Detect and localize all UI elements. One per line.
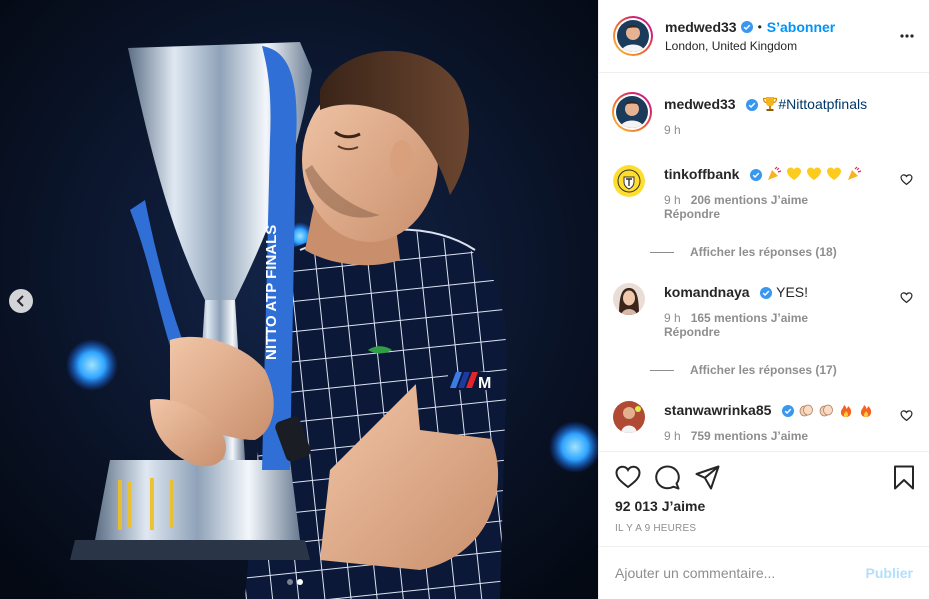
like-button[interactable]: [615, 465, 641, 494]
comment-username[interactable]: komandnaya: [664, 284, 750, 300]
post-likes-count[interactable]: 92 013 J’aime: [615, 498, 705, 514]
trophy-ribbon-text: NITTO ATP FINALS: [263, 225, 280, 360]
comment-composer: Publier: [599, 546, 929, 599]
post-location[interactable]: London, United Kingdom: [665, 39, 835, 53]
comment-time[interactable]: 9 h: [664, 311, 681, 325]
comment-button[interactable]: [655, 465, 680, 495]
comment-like-button[interactable]: [900, 291, 913, 309]
comment-likes[interactable]: 759 mentions J’aime: [691, 429, 808, 443]
comment-icon: [655, 465, 680, 490]
header-separator: •: [757, 20, 762, 34]
share-icon: [695, 465, 720, 490]
caption-avatar[interactable]: [612, 92, 652, 132]
fire-icon: [860, 405, 871, 417]
sleeve-brand-text: M: [478, 375, 491, 392]
heart-icon: [615, 465, 641, 489]
author-username[interactable]: medwed33: [665, 19, 737, 35]
party-popper-icon: [847, 166, 861, 180]
post-timestamp[interactable]: IL Y A 9 HEURES: [615, 523, 696, 534]
verified-icon: [750, 169, 763, 182]
sleeve-logo: M: [448, 372, 496, 392]
carousel-prev-button[interactable]: [9, 289, 33, 313]
publish-button[interactable]: Publier: [866, 565, 913, 581]
heart-icon: [900, 174, 913, 186]
comment-likes[interactable]: 165 mentions J’aime: [691, 311, 808, 325]
follow-button[interactable]: S’abonner: [767, 19, 835, 35]
stanwawrinka85-avatar-image: [613, 401, 645, 433]
verified-icon: [740, 21, 753, 33]
comment-avatar[interactable]: [613, 401, 645, 433]
clapping-hands-icon: [819, 404, 833, 417]
comment-like-button[interactable]: [900, 173, 913, 191]
comment-avatar[interactable]: [613, 165, 645, 197]
verified-icon: [782, 405, 795, 418]
comment-avatar[interactable]: [613, 283, 645, 315]
caption-time[interactable]: 9 h: [664, 123, 681, 137]
comment-time[interactable]: 9 h: [664, 429, 681, 443]
author-avatar[interactable]: [613, 16, 653, 56]
clapping-hands-icon: [799, 404, 814, 417]
carousel-dot: [287, 579, 293, 585]
comment-input[interactable]: [615, 565, 866, 581]
yellow-heart-icon: [787, 167, 802, 180]
comment-username[interactable]: stanwawrinka85: [664, 402, 771, 418]
comment-likes[interactable]: 206 mentions J’aime: [691, 193, 808, 207]
comment-emojis: [766, 166, 862, 182]
replies-divider: [650, 369, 674, 371]
comment-item: tinkoffbank 9 h 206 mentions J’aime Répon…: [613, 165, 915, 221]
verified-icon: [746, 99, 759, 112]
share-button[interactable]: [695, 465, 720, 495]
save-button[interactable]: [893, 465, 915, 495]
post-side-panel: medwed33 • S’abonner London, United King…: [598, 0, 929, 599]
post-header: medwed33 • S’abonner London, United King…: [599, 0, 929, 73]
komandnaya-avatar-image: [613, 283, 645, 315]
comment-text: YES!: [776, 284, 809, 300]
caption-hashtag[interactable]: #Nittoatpfinals: [778, 96, 867, 112]
yellow-heart-icon: [807, 167, 822, 180]
view-replies-button[interactable]: Afficher les réponses (17): [650, 363, 837, 377]
comment-item: stanwawrinka85 9 h 759 mentions J’aime: [613, 401, 915, 443]
comment-username[interactable]: tinkoffbank: [664, 166, 739, 182]
party-popper-icon: [768, 166, 782, 180]
verified-icon: [760, 287, 773, 300]
tinkoffbank-avatar-image: [613, 165, 645, 197]
more-options-button[interactable]: [899, 28, 915, 49]
trophy-icon: [763, 97, 778, 111]
post-caption: medwed33 #Nittoatpfinals 9 h: [612, 92, 915, 137]
comment-emojis: [798, 402, 874, 418]
comment-item: komandnaya YES! 9 h 165 mentions J’aime R…: [613, 283, 915, 339]
comment-time[interactable]: 9 h: [664, 193, 681, 207]
post-photo: M NITTO ATP FINALS: [0, 0, 598, 599]
chevron-left-icon: [16, 295, 24, 307]
reply-button[interactable]: Répondre: [664, 325, 915, 339]
bookmark-icon: [894, 465, 914, 490]
view-replies-label: Afficher les réponses (18): [690, 245, 837, 259]
caption-username[interactable]: medwed33: [664, 96, 736, 112]
heart-icon: [900, 410, 913, 422]
fire-icon: [840, 405, 852, 417]
heart-icon: [900, 292, 913, 304]
view-replies-button[interactable]: Afficher les réponses (18): [650, 245, 837, 259]
view-replies-label: Afficher les réponses (17): [690, 363, 837, 377]
post-actions: 92 013 J’aime IL Y A 9 HEURES: [599, 451, 929, 546]
comments-list[interactable]: medwed33 #Nittoatpfinals 9 h tinkoffbank…: [599, 73, 929, 451]
more-icon: [900, 34, 914, 38]
post-media[interactable]: M NITTO ATP FINALS: [0, 0, 598, 599]
yellow-heart-icon: [826, 167, 841, 180]
reply-button[interactable]: Répondre: [664, 207, 915, 221]
carousel-dot-active: [297, 579, 303, 585]
replies-divider: [650, 251, 674, 253]
caption-avatar-image: [616, 96, 648, 128]
carousel-indicator: [287, 579, 303, 585]
comment-like-button[interactable]: [900, 409, 913, 427]
author-avatar-image: [617, 20, 649, 52]
